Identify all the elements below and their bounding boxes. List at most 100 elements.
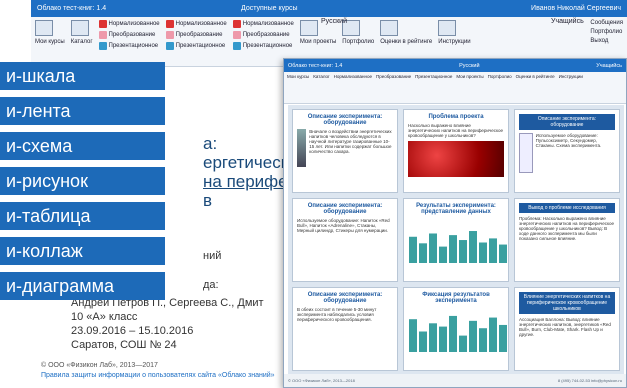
- ribbon-item[interactable]: Презентационное: [109, 43, 159, 49]
- ribbon-item[interactable]: Нормализованное: [243, 21, 294, 27]
- back-role[interactable]: Учащийсь: [551, 18, 584, 25]
- bar: [439, 246, 447, 263]
- slide-title: Влияние энергетических напитков на периф…: [519, 292, 615, 314]
- tag-schema[interactable]: и-схема: [0, 132, 165, 160]
- bar: [459, 240, 467, 263]
- bar: [469, 231, 477, 263]
- bar-chart-2: [409, 315, 507, 352]
- bar: [479, 328, 487, 352]
- foreground-window: Облако тест-книг: 1.4 Русский Учащийсь М…: [283, 58, 627, 388]
- ribbon-item[interactable]: Презентационное: [176, 43, 226, 49]
- ribbon-logout[interactable]: Выход: [590, 38, 623, 44]
- ribbon-rating[interactable]: Оценки в рейтинге: [380, 39, 432, 45]
- slide-title: Описание эксперимента: оборудование: [307, 203, 383, 215]
- front-footer-contacts[interactable]: 8 (495) 744-02-53 info@physicon.ru: [558, 378, 622, 383]
- front-ribbon: Мои курсы Каталог Нормализованное Преобр…: [284, 72, 626, 104]
- bar: [489, 238, 497, 263]
- slide-title: Описание эксперимента: оборудование: [307, 292, 383, 304]
- slide-title: Описание эксперимента: оборудование: [307, 114, 383, 126]
- slide-text: Насколько выражено влияние энергетически…: [408, 123, 504, 138]
- ribbon-item[interactable]: Преобразование: [243, 32, 290, 38]
- tag-table[interactable]: и-таблица: [0, 202, 165, 230]
- front-ribbon-item[interactable]: Портфолио: [488, 74, 512, 101]
- ribbon-item[interactable]: Нормализованное: [109, 21, 160, 27]
- tag-diagram[interactable]: и-диаграмма: [0, 272, 165, 300]
- text-line: 10 «А» класс: [71, 311, 138, 323]
- bar: [459, 335, 467, 352]
- tag-collage[interactable]: и-коллаж: [0, 237, 165, 265]
- slide-card[interactable]: Результаты эксперимента: представление д…: [403, 198, 509, 282]
- bar: [429, 233, 437, 263]
- front-app-title: Облако тест-книг: 1.4: [288, 62, 343, 69]
- ribbon-catalog[interactable]: Каталог: [71, 39, 93, 45]
- back-authors: Андрей Петров П., Сергеева С., Дмит 10 «…: [41, 296, 264, 352]
- front-ribbon-item[interactable]: Мои проекты: [456, 74, 483, 101]
- present-icon: [98, 42, 107, 50]
- tag-scale[interactable]: и-шкала: [0, 62, 165, 90]
- slide-card[interactable]: Проблема проекта Насколько выражено влия…: [403, 109, 509, 193]
- transform-icon: [165, 31, 174, 39]
- ribbon-portfolio[interactable]: Портфолио: [342, 39, 374, 45]
- back-center-title: Доступные курсы: [241, 5, 298, 12]
- bar: [489, 317, 497, 352]
- slide-title: Фиксация результатов эксперимента: [422, 292, 490, 304]
- front-role[interactable]: Учащийсь: [596, 63, 622, 69]
- bar: [419, 331, 427, 352]
- ribbon-my-courses[interactable]: Мои курсы: [35, 39, 65, 45]
- back-footer-link[interactable]: Правила защиты информации о пользователя…: [41, 372, 275, 379]
- ribbon-instructions[interactable]: Инструкции: [438, 39, 470, 45]
- slide-card[interactable]: Описание эксперимента: оборудование Испо…: [292, 198, 398, 282]
- front-ribbon-item[interactable]: Мои курсы: [287, 74, 309, 101]
- bar: [449, 235, 457, 263]
- slide-card[interactable]: Вывод о проблеме исследования Проблема: …: [514, 198, 620, 282]
- slide-text: Вначале о воздействии энергетических нап…: [309, 129, 392, 154]
- courses-icon[interactable]: [35, 20, 53, 36]
- projects-icon[interactable]: [299, 20, 318, 36]
- tag-lenta[interactable]: и-лента: [0, 97, 165, 125]
- bar: [479, 242, 487, 263]
- front-ribbon-item[interactable]: Оценки в рейтинге: [516, 74, 555, 101]
- ribbon-item[interactable]: Нормализованное: [176, 21, 227, 27]
- bar: [429, 323, 437, 352]
- slide-card[interactable]: Описание эксперимента: оборудование Испо…: [514, 109, 620, 193]
- front-ribbon-item[interactable]: Преобразование: [376, 74, 411, 101]
- normalized-icon: [232, 20, 241, 28]
- front-ribbon-item[interactable]: Презентационное: [415, 74, 452, 101]
- bar: [469, 320, 477, 352]
- bar: [419, 243, 427, 263]
- slide-card[interactable]: Фиксация результатов эксперимента: [403, 287, 509, 371]
- slide-card[interactable]: Описание эксперимента: оборудование Внач…: [292, 109, 398, 193]
- transform-icon: [98, 31, 107, 39]
- ribbon-item[interactable]: Презентационное: [243, 43, 293, 49]
- front-ribbon-item[interactable]: Нормализованное: [334, 74, 372, 101]
- bar-chart-1: [409, 231, 507, 263]
- catalog-icon[interactable]: [70, 20, 89, 36]
- back-text-a: ний: [203, 250, 222, 262]
- slide-card[interactable]: Влияние энергетических напитков на периф…: [514, 287, 620, 371]
- tag-picture[interactable]: и-рисунок: [0, 167, 165, 195]
- present-icon: [232, 42, 241, 50]
- slide-title: Результаты эксперимента: представление д…: [416, 203, 496, 215]
- front-footer-copy: © ООО «Физикон Лаб», 2013—2018: [288, 378, 355, 383]
- photo-image: [297, 129, 307, 167]
- rating-icon[interactable]: [380, 20, 399, 36]
- front-ribbon-item[interactable]: Инструкции: [559, 74, 583, 101]
- back-language[interactable]: Русский: [321, 18, 347, 25]
- front-language[interactable]: Русский: [459, 63, 479, 69]
- bar: [449, 315, 457, 352]
- slide-text: Проблема: Насколько выражено влияние эне…: [519, 216, 615, 241]
- slide-card[interactable]: Описание эксперимента: оборудование В об…: [292, 287, 398, 371]
- ribbon-messages[interactable]: Сообщения: [590, 20, 623, 26]
- ribbon-item[interactable]: Преобразование: [176, 32, 223, 38]
- back-footer-copy: © ООО «Физикон Лаб», 2013—2017: [41, 362, 158, 369]
- ribbon-my-projects[interactable]: Мои проекты: [300, 39, 336, 45]
- ribbon-item[interactable]: Преобразование: [109, 32, 156, 38]
- slide-text: В обеих состоит в течение 5-30 минут экс…: [297, 307, 377, 322]
- back-user-name[interactable]: Иванов Николай Сергеевич: [531, 5, 621, 12]
- front-ribbon-item[interactable]: Каталог: [313, 74, 329, 101]
- ribbon-portfolio-2[interactable]: Портфолио: [590, 29, 623, 35]
- instructions-icon[interactable]: [438, 20, 457, 36]
- back-app-title: Облако тест-книг: 1.4: [37, 5, 107, 12]
- slides-grid: Описание эксперимента: оборудование Внач…: [288, 105, 624, 375]
- bar: [409, 319, 417, 352]
